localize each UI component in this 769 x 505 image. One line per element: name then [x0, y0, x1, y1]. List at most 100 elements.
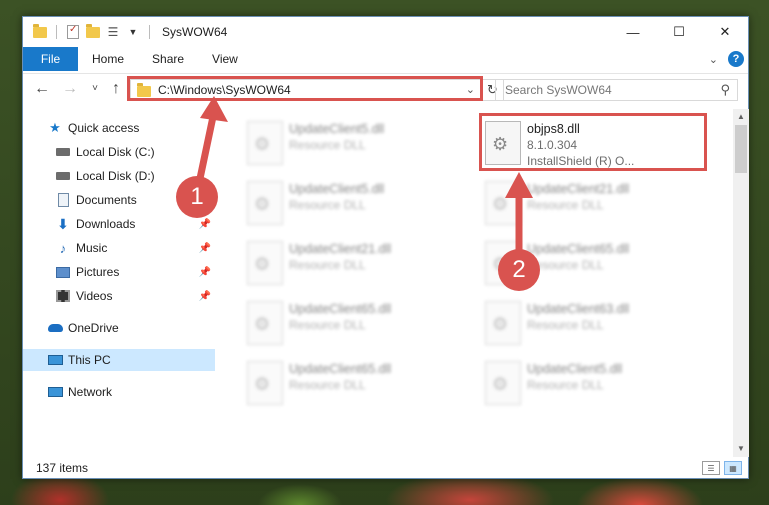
step-2-badge: 2 — [498, 249, 540, 291]
help-icon[interactable]: ? — [728, 51, 744, 67]
file-type: Resource DLL — [289, 318, 366, 332]
drive-icon — [55, 168, 71, 184]
sidebar-item-downloads[interactable]: ⬇ Downloads 📌 — [23, 213, 215, 235]
list-item[interactable]: UpdateClient63.dll Resource DLL — [481, 297, 711, 353]
pin-icon[interactable]: 📌 — [199, 243, 211, 254]
tab-file[interactable]: File — [23, 47, 78, 71]
sidebar-item-local-disk-c[interactable]: Local Disk (C:) — [23, 141, 215, 163]
network-icon — [47, 384, 63, 400]
list-item[interactable]: UpdateClient21.dll Resource DLL — [243, 237, 473, 293]
file-name: UpdateClient63.dll — [527, 302, 630, 316]
search-icon: ⚲ — [720, 82, 730, 97]
list-item[interactable]: UpdateClient5.dll Resource DLL — [243, 177, 473, 233]
sidebar-item-pictures[interactable]: Pictures 📌 — [23, 261, 215, 283]
sidebar-item-label: This PC — [68, 353, 111, 367]
details-view-icon[interactable]: ☰ — [702, 461, 720, 475]
pin-icon[interactable]: 📌 — [199, 219, 211, 230]
sidebar-item-videos[interactable]: Videos 📌 — [23, 285, 215, 307]
customize-qat-icon[interactable]: ▼ — [125, 24, 141, 40]
up-arrow-icon[interactable]: ↑ — [107, 80, 125, 98]
dll-file-icon — [247, 181, 283, 225]
pc-icon — [47, 352, 63, 368]
divider — [56, 25, 57, 39]
drive-icon — [55, 144, 71, 160]
file-name: UpdateClient5.dll — [527, 362, 623, 376]
sidebar-item-onedrive[interactable]: OneDrive — [23, 317, 215, 339]
address-bar-highlight — [127, 76, 483, 101]
music-icon: ♪ — [59, 240, 67, 256]
downloads-icon: ⬇ — [57, 215, 69, 232]
dll-file-icon — [247, 361, 283, 405]
sidebar-item-label: Documents — [76, 193, 137, 207]
file-type: Resource DLL — [527, 378, 604, 392]
sidebar-item-quick-access[interactable]: ★ Quick access — [23, 117, 215, 139]
pictures-icon — [55, 264, 71, 280]
expand-ribbon-icon[interactable]: ⌄ — [709, 53, 718, 66]
tab-view[interactable]: View — [198, 47, 252, 71]
dll-file-icon — [247, 301, 283, 345]
videos-icon — [55, 288, 71, 304]
back-arrow-icon[interactable]: ← — [33, 80, 51, 98]
file-type: Resource DLL — [289, 378, 366, 392]
item-count: 137 items — [36, 461, 89, 475]
list-item[interactable]: UpdateClient65.dll Resource DLL — [243, 357, 473, 413]
file-type: Resource DLL — [289, 138, 366, 152]
search-placeholder: Search SysWOW64 — [505, 83, 612, 97]
sidebar-item-network[interactable]: Network — [23, 381, 215, 403]
tab-home[interactable]: Home — [78, 47, 138, 71]
sidebar-item-label: Pictures — [76, 265, 120, 279]
maximize-button[interactable]: ☐ — [656, 17, 702, 47]
star-icon: ★ — [49, 120, 61, 135]
dll-file-icon — [247, 241, 283, 285]
title-bar: ☰ ▼ SysWOW64 — ☐ ✕ — [23, 17, 748, 47]
status-bar: 137 items — [23, 457, 748, 479]
sidebar-item-label: Videos — [76, 289, 113, 303]
view-icon[interactable]: ☰ — [105, 24, 121, 40]
window-title: SysWOW64 — [162, 25, 228, 39]
window-controls: — ☐ ✕ — [610, 17, 748, 47]
dll-file-icon — [485, 301, 521, 345]
dll-file-icon — [485, 181, 521, 225]
scroll-up-icon[interactable]: ▲ — [733, 109, 749, 125]
file-highlight — [479, 113, 707, 171]
list-item[interactable]: UpdateClient5.dll Resource DLL — [481, 357, 711, 413]
file-type: Resource DLL — [289, 198, 366, 212]
sidebar-item-this-pc[interactable]: This PC — [23, 349, 215, 371]
file-type: Resource DLL — [527, 198, 604, 212]
vertical-scrollbar[interactable]: ▲ ▼ — [733, 109, 749, 457]
pin-icon[interactable]: 📌 — [199, 267, 211, 278]
file-name: UpdateClient5.dll — [289, 122, 385, 136]
sidebar-item-label: Downloads — [76, 217, 136, 231]
sidebar-item-label: Local Disk (C:) — [76, 145, 155, 159]
pin-icon[interactable]: 📌 — [199, 291, 211, 302]
documents-icon — [55, 192, 71, 208]
list-item[interactable]: UpdateClient21.dll Resource DLL — [481, 177, 711, 233]
dll-file-icon — [247, 121, 283, 165]
file-type: Resource DLL — [527, 318, 604, 332]
scroll-thumb[interactable] — [735, 125, 747, 173]
sidebar-item-music[interactable]: ♪ Music 📌 — [23, 237, 215, 259]
forward-arrow-icon[interactable]: → — [61, 80, 79, 98]
list-item[interactable]: UpdateClient65.dll Resource DLL — [243, 297, 473, 353]
ribbon-tabs: File Home Share View ⌄ ? — [23, 47, 748, 71]
tab-share[interactable]: Share — [138, 47, 198, 71]
minimize-button[interactable]: — — [610, 17, 656, 47]
properties-icon[interactable] — [65, 24, 81, 40]
sidebar-item-label: Local Disk (D:) — [76, 169, 155, 183]
sidebar-item-label: Music — [76, 241, 108, 255]
new-folder-icon[interactable] — [85, 23, 101, 40]
onedrive-icon — [47, 320, 63, 336]
search-input[interactable]: Search SysWOW64 ⚲ — [495, 79, 738, 101]
recent-locations-icon[interactable]: ˅ — [86, 83, 104, 94]
list-item[interactable]: UpdateClient5.dll Resource DLL — [243, 117, 473, 173]
scroll-down-icon[interactable]: ▼ — [733, 441, 749, 457]
close-button[interactable]: ✕ — [702, 17, 748, 47]
file-name: UpdateClient65.dll — [289, 362, 392, 376]
step-1-badge: 1 — [176, 176, 218, 218]
sidebar-item-label: Network — [68, 385, 113, 399]
folder-icon — [32, 23, 48, 40]
dll-file-icon — [485, 361, 521, 405]
file-type: Resource DLL — [289, 258, 366, 272]
file-name: UpdateClient21.dll — [289, 242, 392, 256]
large-icons-view-icon[interactable]: ▦ — [724, 461, 742, 475]
